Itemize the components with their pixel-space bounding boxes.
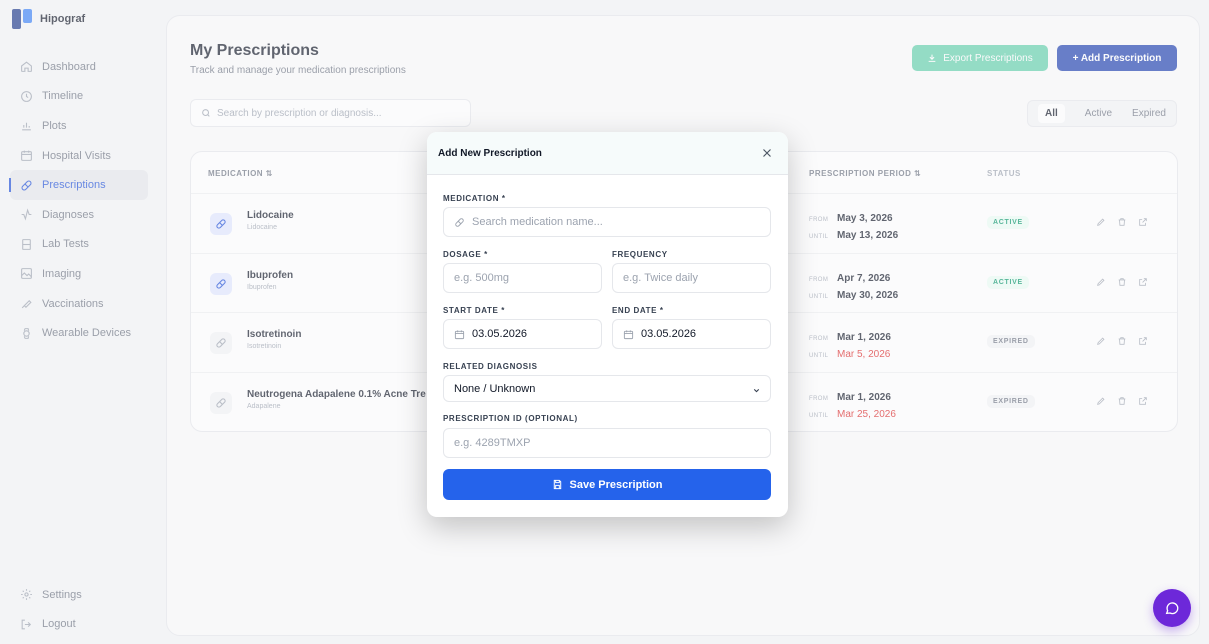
- calendar-icon: [623, 329, 634, 339]
- medication-search-input[interactable]: Search medication name...: [443, 207, 771, 237]
- related-diagnosis-label: RELATED DIAGNOSIS: [443, 362, 538, 371]
- frequency-placeholder: e.g. Twice daily: [623, 272, 699, 284]
- modal-header: Add New Prescription: [427, 132, 788, 175]
- frequency-input[interactable]: e.g. Twice daily: [612, 263, 771, 293]
- frequency-label: FREQUENCY: [612, 250, 668, 259]
- start-date-input[interactable]: 03.05.2026: [443, 319, 602, 349]
- prescription-id-input[interactable]: e.g. 4289TMXP: [443, 428, 771, 458]
- start-date-label: START DATE *: [443, 306, 506, 315]
- medication-placeholder: Search medication name...: [472, 216, 603, 228]
- start-date-value: 03.05.2026: [472, 328, 528, 340]
- end-date-value: 03.05.2026: [641, 328, 697, 340]
- chevron-down-icon: [753, 388, 760, 393]
- dosage-label: DOSAGE *: [443, 250, 488, 259]
- dosage-input[interactable]: e.g. 500mg: [443, 263, 602, 293]
- related-diagnosis-value: None / Unknown: [454, 382, 536, 395]
- end-date-label: END DATE *: [612, 306, 664, 315]
- related-diagnosis-select[interactable]: None / Unknown: [443, 375, 771, 402]
- pill-icon: [455, 217, 464, 227]
- modal-title: Add New Prescription: [438, 148, 542, 159]
- save-icon: [553, 479, 561, 490]
- prescription-id-placeholder: e.g. 4289TMXP: [454, 437, 531, 449]
- chat-button[interactable]: [1153, 589, 1191, 627]
- calendar-icon: [454, 329, 465, 339]
- prescription-id-label: PRESCRIPTION ID (OPTIONAL): [443, 414, 578, 423]
- chat-bubble-icon: [1165, 602, 1179, 615]
- dosage-placeholder: e.g. 500mg: [454, 272, 510, 284]
- add-prescription-modal: Add New Prescription MEDICATION * Search…: [427, 132, 788, 517]
- end-date-input[interactable]: 03.05.2026: [612, 319, 771, 349]
- save-prescription-button[interactable]: Save Prescription: [443, 469, 771, 500]
- save-label: Save Prescription: [569, 478, 663, 491]
- close-icon[interactable]: [760, 146, 774, 160]
- medication-label: MEDICATION *: [443, 194, 506, 203]
